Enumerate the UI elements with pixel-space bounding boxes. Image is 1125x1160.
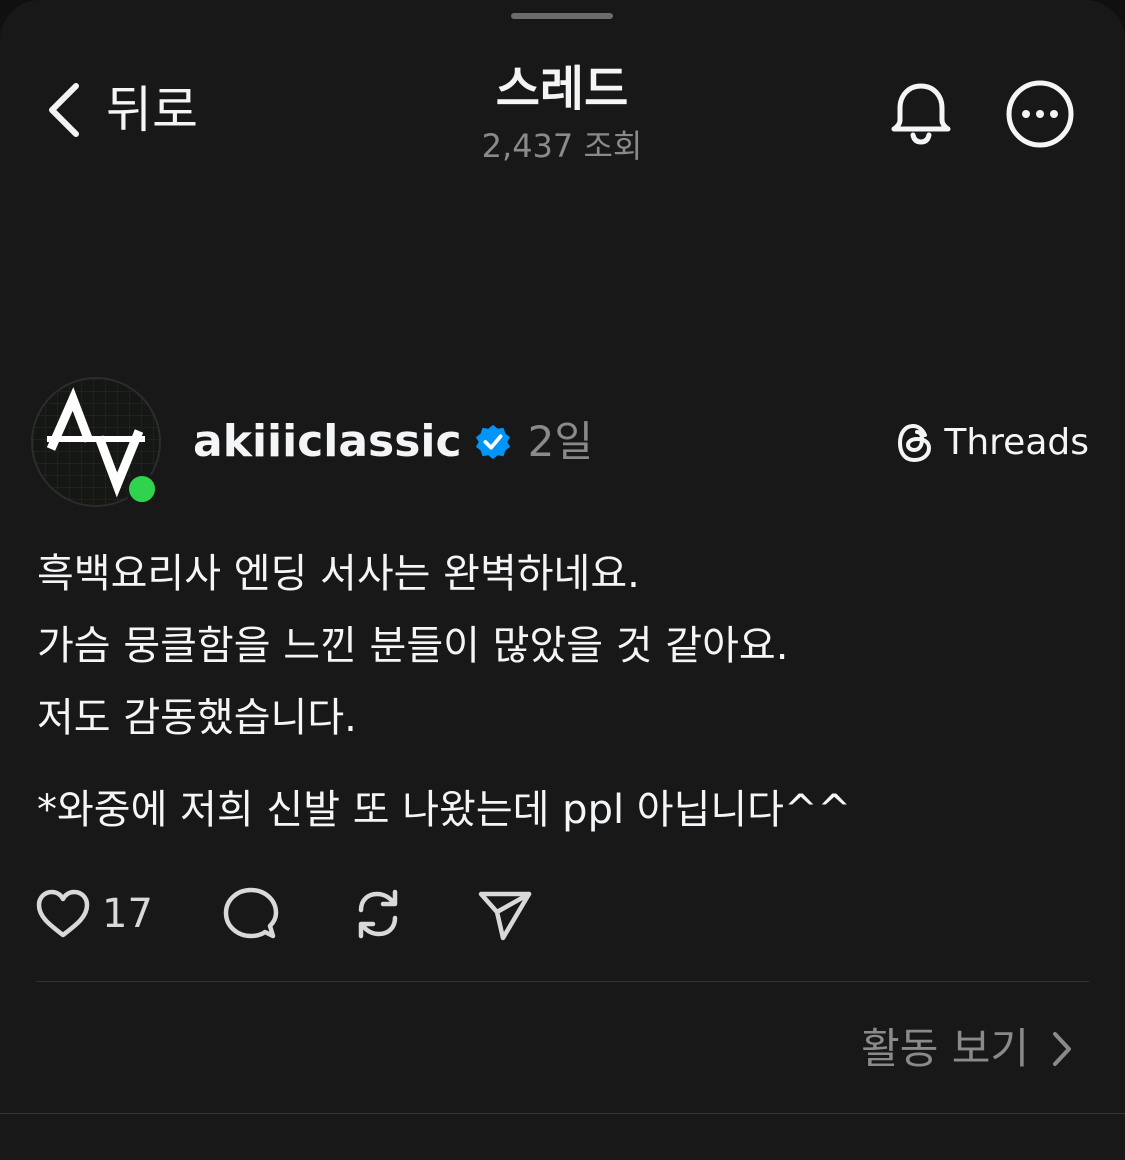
post-text-line: 흑백요리사 엔딩 서사는 완벽하네요. — [37, 551, 640, 597]
comment-bubble-icon — [223, 887, 279, 939]
more-circle-icon[interactable] — [1004, 78, 1076, 150]
threads-logo-icon — [898, 423, 932, 463]
view-activity-link[interactable]: 활동 보기 — [861, 1020, 1073, 1078]
post-age: 2일 — [527, 417, 593, 466]
divider — [0, 1113, 1125, 1114]
reply-button[interactable] — [223, 886, 279, 942]
post-note: *와중에 저희 신발 또 나왔는데 ppl 아닙니다^^ — [37, 787, 852, 833]
post-actions: 17 — [34, 884, 533, 944]
like-count: 17 — [102, 891, 153, 937]
back-button[interactable]: 뒤로 — [44, 78, 198, 142]
page-title: 스레드 — [495, 61, 629, 117]
view-count: 2,437 조회 — [481, 127, 643, 165]
send-icon — [478, 891, 532, 941]
post-text-line: 저도 감동했습니다. — [37, 695, 357, 741]
header-title-group: 스레드 2,437 조회 — [412, 60, 712, 166]
divider — [36, 981, 1089, 982]
post-author-row: akiiiclassic 2일 — [193, 412, 593, 472]
share-button[interactable] — [477, 886, 533, 942]
chevron-right-icon — [1053, 1032, 1071, 1066]
online-status-dot — [125, 472, 159, 506]
verified-badge-icon — [475, 424, 510, 460]
post-text-line: 가슴 뭉클함을 느낀 분들이 많았을 것 같아요. — [37, 623, 789, 669]
back-label: 뒤로 — [106, 81, 198, 139]
threads-source-link[interactable]: Threads — [896, 418, 1089, 468]
sheet-grabber[interactable] — [511, 13, 613, 19]
view-activity-label: 활동 보기 — [861, 1024, 1029, 1073]
username[interactable]: akiiiclassic — [193, 414, 462, 470]
bell-icon[interactable] — [888, 80, 954, 146]
repost-button[interactable] — [349, 886, 407, 942]
repost-icon — [358, 889, 398, 939]
heart-icon — [36, 889, 90, 938]
like-button[interactable]: 17 — [34, 887, 153, 941]
post-body: 흑백요리사 엔딩 서사는 완벽하네요. 가슴 뭉클함을 느낀 분들이 많았을 것… — [37, 538, 1097, 840]
threads-label: Threads — [944, 422, 1089, 463]
thread-sheet: 뒤로 스레드 2,437 조회 akiiiclassic 2일 Threads … — [0, 0, 1125, 1160]
chevron-left-icon — [49, 83, 79, 137]
